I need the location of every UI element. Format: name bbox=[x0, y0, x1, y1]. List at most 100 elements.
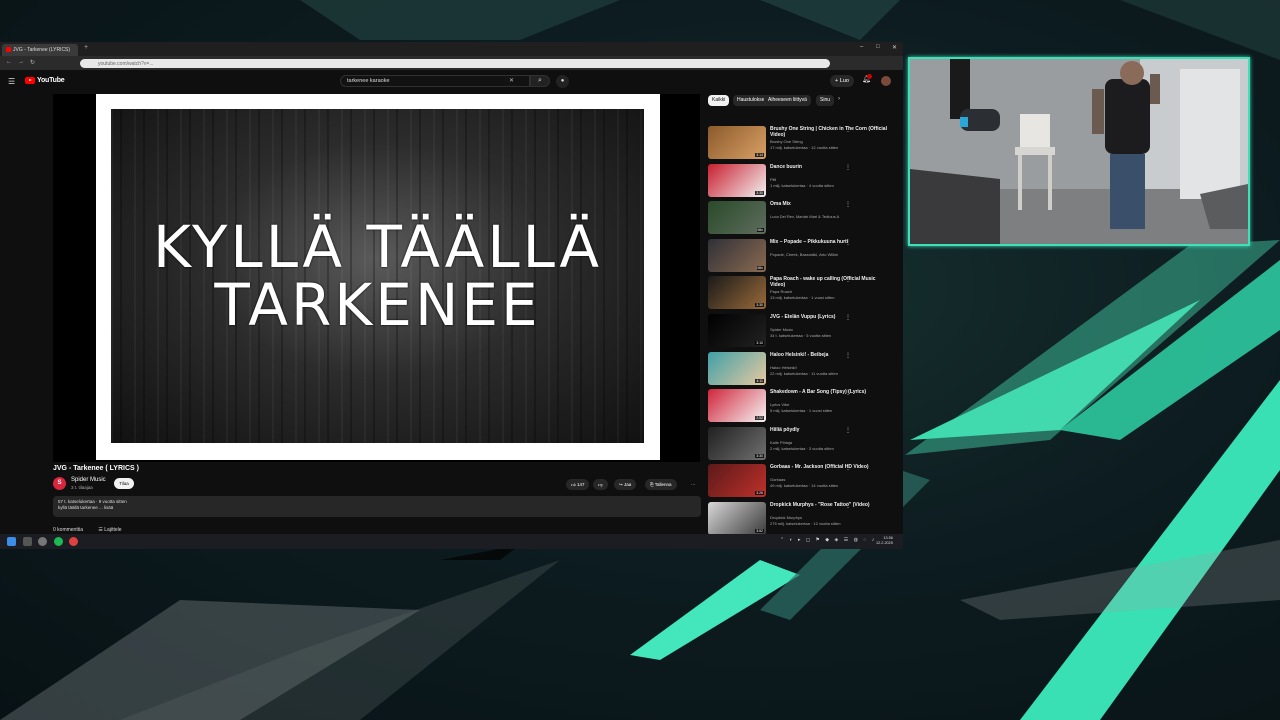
more-options-icon[interactable]: ⋮ bbox=[845, 201, 851, 208]
recommendation-title[interactable]: Dropkick Murphys - "Rose Tattoo" (Video) bbox=[770, 502, 888, 508]
recommendation-title[interactable]: Haloo Helsinki! - Beibeja bbox=[770, 352, 888, 358]
create-button[interactable]: + Luo bbox=[830, 75, 854, 87]
recommendation-channel[interactable]: Kalle Pihlaja bbox=[770, 440, 888, 445]
clock[interactable]: 13.56 12.2.2025 bbox=[876, 536, 893, 546]
close-window-button[interactable]: ✕ bbox=[892, 44, 897, 51]
youtube-logo-text[interactable]: YouTube bbox=[37, 77, 65, 84]
recommendation-title[interactable]: Oma Mix bbox=[770, 201, 888, 207]
recommendation-meta: 17 milj. katselukertaa · 12 vuotta sitte… bbox=[770, 145, 839, 150]
youtube-logo-icon[interactable] bbox=[25, 77, 35, 84]
more-options-icon[interactable]: ⋮ bbox=[845, 389, 851, 396]
more-actions-button[interactable]: ··· bbox=[686, 479, 701, 490]
recommendation-channel[interactable]: Popade, Cheek, Bassmäki, Arto Wilkin bbox=[770, 252, 888, 257]
search-button[interactable]: ⌕ bbox=[530, 75, 550, 87]
recommendation-item[interactable]: 3:14 Brushy One String | Chicken in The C… bbox=[708, 126, 898, 162]
recommendation-channel[interactable]: Luca Del Rev, Mariah Mari & Tedious A bbox=[770, 214, 888, 219]
recommendation-channel[interactable]: Lyrics Vibe bbox=[770, 402, 888, 407]
recommendation-item[interactable]: 2:52 Shakedown - A Bar Song (Tipsy) (Lyri… bbox=[708, 389, 898, 425]
recommendation-item[interactable]: 3:26 Gorbaas - Mr. Jackson (Official HD V… bbox=[708, 464, 898, 500]
recommendation-title[interactable]: Shakedown - A Bar Song (Tipsy) (Lyrics) bbox=[770, 389, 888, 395]
recommendation-channel[interactable]: Haloo Helsinki! bbox=[770, 365, 888, 370]
video-thumbnail[interactable]: 3:10 bbox=[708, 314, 766, 347]
recommendation-item[interactable]: Mix Oma Mix Luca Del Rev, Mariah Mari & Te… bbox=[708, 201, 898, 237]
description-box[interactable]: 57 t. katselukertaa · 9 vuotta sitten ky… bbox=[53, 496, 701, 517]
more-options-icon[interactable]: ⋮ bbox=[845, 427, 851, 434]
recommendation-item[interactable]: 3:30 Hiiliä pöydly Kalle Pihlaja 2 milj. ka… bbox=[708, 426, 898, 463]
reload-icon[interactable]: ↻ bbox=[30, 59, 35, 66]
back-icon[interactable]: ← bbox=[6, 59, 12, 65]
mic-icon[interactable]: ● bbox=[556, 75, 569, 88]
recommendation-channel[interactable]: Brushy One String bbox=[770, 139, 888, 144]
new-tab-button[interactable]: + bbox=[84, 44, 88, 51]
more-options-icon[interactable]: ⋮ bbox=[845, 126, 851, 133]
more-options-icon[interactable]: ⋮ bbox=[845, 314, 851, 321]
recommendation-item[interactable]: Mix Mix – Popade – Pikkukuuna hurti Popade… bbox=[708, 238, 898, 275]
video-thumbnail[interactable]: 3:30 bbox=[708, 426, 766, 460]
clear-search-icon[interactable]: ✕ bbox=[509, 77, 514, 84]
recommendation-channel[interactable]: Pilli bbox=[770, 177, 888, 182]
recommendation-item[interactable]: 3:30 Dance buurin Pilli 1 milj. katselukert… bbox=[708, 163, 898, 200]
video-frame: KYLLÄ TÄÄLLÄ TARKENEE bbox=[96, 94, 660, 460]
video-thumbnail[interactable]: 4:11 bbox=[708, 351, 766, 385]
url-input[interactable]: youtube.com/watch?v=... bbox=[80, 59, 830, 68]
channel-name[interactable]: Spider Music bbox=[71, 477, 106, 483]
video-thumbnail[interactable]: 3:14 bbox=[708, 126, 766, 159]
maximize-button[interactable]: □ bbox=[876, 44, 880, 50]
recommendation-title[interactable]: Gorbaas - Mr. Jackson (Official HD Video… bbox=[770, 464, 888, 470]
more-options-icon[interactable]: ⋮ bbox=[845, 164, 851, 171]
video-thumbnail[interactable]: Mix bbox=[708, 238, 766, 272]
recommendation-channel[interactable]: Papa Roach bbox=[770, 289, 888, 294]
recommendation-item[interactable]: 3:10 JVG - Etelän Vuppu (Lyrics) Spider Mu… bbox=[708, 314, 898, 350]
menu-icon[interactable]: ☰ bbox=[8, 77, 15, 86]
subscribe-button[interactable]: Tilaa bbox=[114, 478, 134, 489]
recommendation-item[interactable]: 3:30 Papa Roach - wake up calling (Offici… bbox=[708, 276, 898, 312]
avatar[interactable] bbox=[881, 76, 891, 86]
sort-label[interactable]: Lajittele bbox=[104, 527, 121, 533]
video-thumbnail[interactable]: 2:52 bbox=[708, 389, 766, 423]
forward-icon[interactable]: → bbox=[18, 59, 24, 65]
video-thumbnail[interactable]: Mix bbox=[708, 201, 766, 235]
recommendation-title[interactable]: Brushy One String | Chicken in The Corn … bbox=[770, 126, 888, 138]
save-button[interactable]: ⎘ Tallenna bbox=[645, 479, 677, 490]
recommendation-channel[interactable]: Spider Music bbox=[770, 327, 888, 332]
channel-avatar[interactable]: S bbox=[53, 477, 66, 490]
recommendation-channel[interactable]: Gorbaas bbox=[770, 477, 888, 482]
taskbar: ⌃ ◐ ▸ ◻ ⚑ ◆ ◈ ☰ ◍ ◌ ♪ 13.56 12.2.2025 bbox=[0, 534, 903, 549]
more-options-icon[interactable]: ⋮ bbox=[845, 352, 851, 359]
filter-chip[interactable]: Kaikki bbox=[708, 95, 730, 106]
system-tray-icons[interactable]: ⌃ ◐ ▸ ◻ ⚑ ◆ ◈ ☰ ◍ ◌ ♪ bbox=[780, 537, 876, 543]
chevron-right-icon[interactable]: › bbox=[838, 96, 840, 102]
video-player[interactable]: KYLLÄ TÄÄLLÄ TARKENEE bbox=[53, 94, 700, 462]
more-options-icon[interactable]: ⋮ bbox=[845, 276, 851, 283]
spotify-icon[interactable] bbox=[54, 537, 63, 546]
browser-tab[interactable]: JVG - Tarkenee (LYRICS) bbox=[2, 44, 78, 56]
recommendation-title[interactable]: Mix – Popade – Pikkukuuna hurti bbox=[770, 239, 888, 245]
task-view-icon[interactable] bbox=[23, 537, 32, 546]
share-button[interactable]: ↪ Jaa bbox=[614, 479, 637, 490]
minimize-button[interactable]: – bbox=[860, 44, 863, 50]
more-options-icon[interactable]: ⋮ bbox=[845, 464, 851, 471]
video-duration: 3:10 bbox=[755, 341, 764, 345]
like-button[interactable]: 👍︎ 147 bbox=[566, 479, 590, 490]
recommendation-item[interactable]: 4:11 Haloo Helsinki! - Beibeja Haloo Helsi… bbox=[708, 351, 898, 388]
more-options-icon[interactable]: ⋮ bbox=[845, 239, 851, 246]
browser-taskbar-icon[interactable] bbox=[69, 537, 78, 546]
recommendation-title[interactable]: Hiiliä pöydly bbox=[770, 427, 888, 433]
dislike-button[interactable]: 👎︎ bbox=[593, 479, 608, 490]
video-thumbnail[interactable]: 3:30 bbox=[708, 163, 766, 197]
search-input[interactable]: tarkenee karaoke bbox=[340, 75, 530, 87]
windows-start-icon[interactable] bbox=[7, 537, 16, 546]
filter-chip[interactable]: Aiheeseen liittyvä bbox=[764, 95, 811, 106]
filter-chip[interactable]: Sinu bbox=[816, 95, 835, 106]
video-thumbnail[interactable]: 3:26 bbox=[708, 464, 766, 498]
settings-icon[interactable] bbox=[38, 537, 47, 546]
video-thumbnail[interactable]: 3:30 bbox=[708, 276, 766, 310]
recommendation-title[interactable]: Dance buurin bbox=[770, 164, 888, 170]
recommendation-item[interactable]: 3:52 Dropkick Murphys - "Rose Tattoo" (Vi… bbox=[708, 502, 898, 538]
more-options-icon[interactable]: ⋮ bbox=[845, 502, 851, 509]
notifications-icon[interactable]: 🔔︎ bbox=[862, 74, 872, 83]
recommendation-channel[interactable]: Dropkick Murphys bbox=[770, 515, 888, 520]
recommendation-title[interactable]: JVG - Etelän Vuppu (Lyrics) bbox=[770, 314, 888, 320]
video-thumbnail[interactable]: 3:52 bbox=[708, 502, 766, 535]
recommendation-title[interactable]: Papa Roach - wake up calling (Official M… bbox=[770, 276, 888, 288]
